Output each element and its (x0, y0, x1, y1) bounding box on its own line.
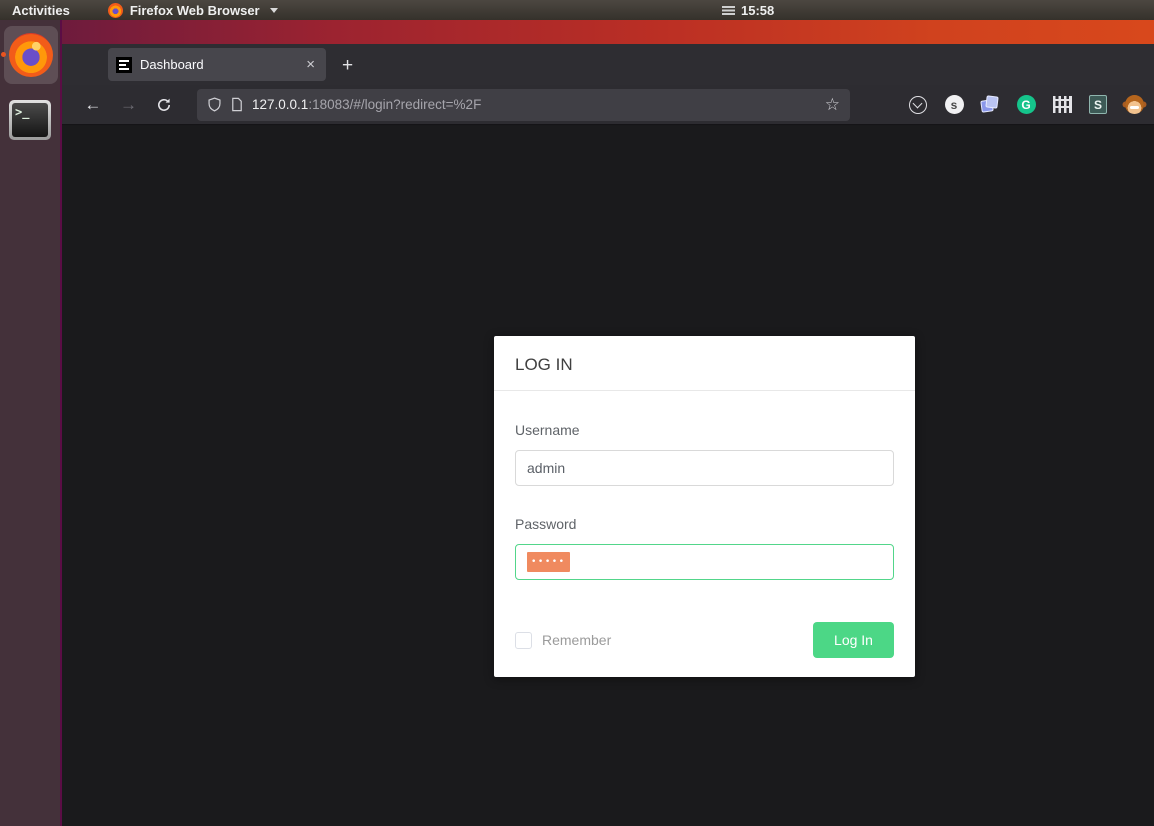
login-card-footer: Remember Log In (515, 622, 894, 658)
login-title: LOG IN (515, 355, 573, 374)
firefox-icon (9, 33, 53, 77)
url-rest: :18083/#/login?redirect=%2F (308, 97, 482, 112)
username-field[interactable]: admin (515, 450, 894, 486)
weekday-icon (722, 5, 735, 15)
running-indicator-dot (1, 52, 6, 57)
url-bar[interactable]: 127.0.0.1:18083/#/login?redirect=%2F ☆ (197, 88, 850, 121)
pocket-icon[interactable] (908, 95, 928, 115)
dock-item-terminal[interactable]: >_ (9, 100, 51, 140)
login-card-header: LOG IN (494, 336, 915, 391)
clock-time: 15:58 (741, 2, 775, 18)
tab-title: Dashboard (140, 57, 204, 72)
remember-checkbox[interactable] (515, 631, 532, 649)
tab-close-icon[interactable]: × (303, 56, 318, 73)
s-circle-icon[interactable]: s (944, 95, 964, 115)
dock: >_ (0, 20, 62, 826)
app-menu-label: Firefox Web Browser (129, 2, 260, 18)
notes-icon[interactable] (980, 94, 1000, 115)
login-card-body: Username admin Password ••••• Remember L… (494, 391, 915, 658)
password-label: Password (515, 516, 577, 532)
bookmark-star-icon[interactable]: ☆ (825, 95, 840, 115)
reload-icon (158, 98, 171, 111)
fence-icon[interactable] (1052, 95, 1072, 115)
terminal-icon: >_ (12, 103, 48, 137)
chevron-down-icon (269, 7, 278, 13)
grammarly-icon[interactable]: G (1016, 95, 1036, 115)
firefox-mini-icon (107, 2, 123, 18)
monkey-icon[interactable] (1124, 95, 1144, 115)
tab-favicon-icon (116, 56, 132, 73)
dock-item-firefox[interactable] (4, 26, 58, 84)
clock[interactable]: 15:58 (722, 0, 774, 20)
page-info-icon[interactable] (230, 97, 244, 112)
back-button[interactable]: ← (78, 90, 108, 120)
new-tab-button[interactable]: + (342, 56, 353, 75)
reload-button[interactable] (149, 90, 179, 120)
password-field[interactable]: ••••• (515, 544, 894, 580)
url-host: 127.0.0.1 (252, 97, 309, 112)
tab-dashboard[interactable]: Dashboard × (108, 48, 326, 81)
activities-button[interactable]: Activities (12, 3, 70, 18)
extension-buttons: s G S (908, 94, 1144, 115)
tab-bar: Dashboard × + (62, 44, 1154, 85)
username-value: admin (527, 460, 566, 476)
username-label: Username (515, 422, 580, 438)
login-card: LOG IN Username admin Password ••••• Rem… (494, 336, 915, 677)
page-content: LOG IN Username admin Password ••••• Rem… (62, 126, 1154, 826)
forward-button: → (120, 94, 137, 114)
wallpaper-strip (62, 20, 1154, 44)
navigation-toolbar: ← → 127.0.0.1:18083/#/login?redirect=%2F… (62, 85, 1154, 125)
firefox-window: Dashboard × + ← → 127.0.0.1:18083/#/logi… (62, 20, 1154, 826)
url-text[interactable]: 127.0.0.1:18083/#/login?redirect=%2F (252, 97, 817, 112)
stylus-icon[interactable]: S (1088, 95, 1108, 115)
remember-label: Remember (542, 632, 612, 648)
shield-icon[interactable] (207, 97, 222, 112)
password-masked-selection: ••••• (527, 552, 570, 572)
app-menu[interactable]: Firefox Web Browser (107, 2, 278, 18)
system-top-bar: Activities Firefox Web Browser 15:58 (0, 0, 1154, 20)
login-button[interactable]: Log In (813, 622, 894, 658)
